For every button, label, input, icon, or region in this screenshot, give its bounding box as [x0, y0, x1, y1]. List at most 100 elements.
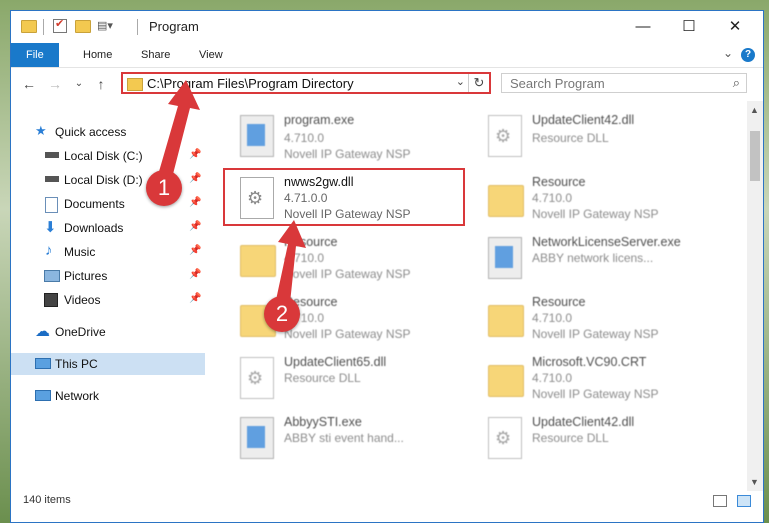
back-button[interactable]: ← [19, 74, 39, 94]
file-description: ABBY sti event hand... [284, 431, 404, 445]
nav-item-onedrive[interactable]: ☁ OneDrive [11, 321, 205, 343]
file-name: UpdateClient42.dll [532, 415, 635, 429]
ribbon-expand-icon[interactable]: ⌄ [723, 46, 733, 60]
recent-locations-button[interactable]: ⌄ [69, 74, 89, 94]
nav-item-this-pc[interactable]: This PC [11, 353, 205, 375]
file-name: Resource [284, 235, 338, 249]
drive-icon [45, 152, 59, 158]
window-title: Program [149, 19, 199, 34]
address-dropdown-icon[interactable]: ⌄ [456, 75, 465, 88]
nav-item-local-disk-c[interactable]: Local Disk (C:) 📌 [11, 145, 205, 167]
dll-file-icon [488, 417, 522, 459]
drive-icon [45, 176, 59, 182]
nav-item-network[interactable]: Network [11, 385, 205, 407]
pin-icon[interactable]: 📌 [189, 197, 201, 208]
details-view-icon[interactable] [713, 495, 727, 507]
file-item[interactable]: Microsoft.VC90.CRT 4.710.0 Novell IP Gat… [474, 351, 714, 405]
highlight-box [223, 168, 465, 226]
close-button[interactable]: ✕ [715, 15, 755, 39]
forward-button[interactable]: → [45, 74, 65, 94]
nav-item-quick-access[interactable]: ★ Quick access [11, 121, 205, 143]
search-box[interactable]: Search Program ⌕ [501, 73, 747, 93]
up-button[interactable]: ↑ [91, 74, 111, 94]
file-version: 4.710.0 [284, 131, 325, 145]
pin-icon[interactable]: 📌 [189, 149, 201, 160]
maximize-button[interactable]: ☐ [669, 15, 709, 39]
new-folder-icon[interactable] [75, 20, 91, 33]
tab-file[interactable]: File [11, 43, 59, 67]
address-bar[interactable]: C:\Program Files\Program Directory ⌄ ↻ [121, 72, 491, 94]
dll-file-icon [488, 115, 522, 157]
folder-icon [488, 365, 524, 397]
properties-icon[interactable] [53, 17, 67, 33]
refresh-button[interactable]: ↻ [468, 74, 489, 92]
file-item[interactable]: UpdateClient65.dll Resource DLL [226, 351, 466, 405]
pin-icon[interactable]: 📌 [189, 293, 201, 304]
file-name: UpdateClient65.dll [284, 355, 387, 369]
pin-icon[interactable]: 📌 [189, 173, 201, 184]
pictures-icon [44, 270, 60, 282]
explorer-window: ▤▾ Program — ☐ ✕ File Home Share View ⌄ … [10, 10, 764, 523]
file-name: UpdateClient42.dll [532, 113, 635, 127]
minimize-button[interactable]: — [623, 15, 663, 39]
file-item[interactable]: program.exe 4.710.0 Novell IP Gateway NS… [226, 109, 466, 163]
item-count: 140 items [23, 494, 71, 506]
star-icon: ★ [35, 123, 47, 138]
scroll-up-icon[interactable]: ▲ [750, 105, 759, 115]
tab-view[interactable]: View [185, 43, 237, 67]
file-item[interactable]: Resource 4.710.0 Novell IP Gateway NSP [226, 291, 466, 345]
folder-icon [488, 185, 524, 217]
tab-home[interactable]: Home [69, 43, 126, 67]
search-icon: ⌕ [732, 75, 740, 90]
divider [43, 19, 44, 35]
downloads-icon: ⬇ [44, 219, 57, 236]
nav-item-pictures[interactable]: Pictures 📌 [11, 265, 205, 287]
exe-file-icon [488, 237, 522, 279]
scroll-down-icon[interactable]: ▼ [750, 477, 759, 487]
nav-item-music[interactable]: ♪ Music 📌 [11, 241, 205, 263]
file-version: 4.710.0 [532, 311, 573, 325]
documents-icon [45, 197, 58, 213]
file-item[interactable]: Resource 4.710.0 Novell IP Gateway NSP [474, 291, 714, 345]
help-icon[interactable]: ? [741, 48, 755, 62]
nav-label: This PC [55, 357, 98, 371]
file-item[interactable]: Resource 4.710.0 Novell IP Gateway NSP [474, 171, 714, 225]
pin-icon[interactable]: 📌 [189, 221, 201, 232]
computer-icon [35, 358, 51, 369]
file-item[interactable]: AbbyySTI.exe ABBY sti event hand... [226, 411, 466, 465]
file-item[interactable]: UpdateClient42.dll Resource DLL [474, 109, 714, 163]
pin-icon[interactable]: 📌 [189, 269, 201, 280]
address-path[interactable]: C:\Program Files\Program Directory [147, 76, 354, 91]
pin-icon[interactable]: 📌 [189, 245, 201, 256]
music-icon: ♪ [45, 242, 53, 259]
callout-1-badge: 1 [146, 170, 182, 206]
file-company: Novell IP Gateway NSP [284, 327, 411, 341]
file-item[interactable]: NetworkLicenseServer.exe ABBY network li… [474, 231, 714, 285]
nav-label: Documents [64, 197, 125, 211]
nav-label: Videos [64, 293, 101, 307]
divider [137, 19, 138, 35]
file-item[interactable]: Resource 4.710.0 Novell IP Gateway NSP [226, 231, 466, 285]
vertical-scrollbar[interactable]: ▲ ▼ [747, 101, 763, 491]
file-version: 4.710.0 [532, 371, 573, 385]
tab-share[interactable]: Share [127, 43, 184, 67]
nav-item-downloads[interactable]: ⬇ Downloads 📌 [11, 217, 205, 239]
file-version: 4.710.0 [284, 251, 325, 265]
ribbon-tabs: File Home Share View ⌄ ? [11, 43, 763, 68]
nav-item-videos[interactable]: Videos 📌 [11, 289, 205, 311]
file-company: Novell IP Gateway NSP [532, 207, 659, 221]
file-description: ABBY network licens... [532, 251, 654, 265]
large-icons-view-icon[interactable] [737, 495, 751, 507]
nav-label: Music [64, 245, 96, 259]
nav-label: Network [55, 389, 100, 403]
folder-icon[interactable] [21, 20, 37, 33]
search-input[interactable]: Search Program [510, 76, 605, 91]
scroll-thumb[interactable] [750, 131, 760, 181]
customize-toolbar-icon[interactable]: ▤▾ [97, 19, 121, 35]
file-name: AbbyySTI.exe [284, 415, 362, 429]
status-bar: 140 items [11, 491, 763, 513]
file-item[interactable]: UpdateClient42.dll Resource DLL [474, 411, 714, 465]
nav-label: OneDrive [55, 325, 106, 339]
nav-label: Pictures [64, 269, 108, 283]
navigation-bar: ← → ⌄ ↑ C:\Program Files\Program Directo… [11, 68, 763, 100]
